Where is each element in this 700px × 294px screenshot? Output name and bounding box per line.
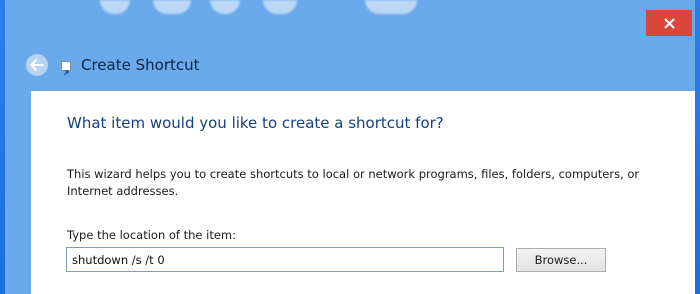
background-streak <box>263 0 297 14</box>
background-streak <box>365 0 417 14</box>
background-streak <box>153 0 191 14</box>
location-input[interactable] <box>66 247 504 272</box>
back-button[interactable] <box>26 54 48 76</box>
window-title: Create Shortcut <box>81 56 200 74</box>
wizard-content: What item would you like to create a sho… <box>31 91 695 294</box>
close-button[interactable] <box>646 10 692 36</box>
close-icon <box>663 17 675 29</box>
background-streak <box>100 0 130 14</box>
location-label: Type the location of the item: <box>67 228 237 242</box>
wizard-description: This wizard helps you to create shortcut… <box>67 167 640 198</box>
background-streak <box>210 0 240 14</box>
wizard-heading: What item would you like to create a sho… <box>67 114 444 132</box>
back-arrow-icon <box>30 59 44 71</box>
browse-button[interactable]: Browse... <box>516 248 606 272</box>
create-shortcut-window: Create Shortcut What item would you like… <box>5 0 695 294</box>
shortcut-icon <box>61 61 71 76</box>
